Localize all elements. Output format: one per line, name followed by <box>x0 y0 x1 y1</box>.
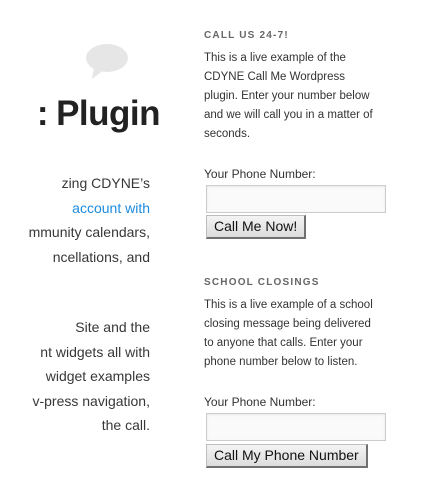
post-paragraph-2: Site and the nt widgets all with widget … <box>0 315 150 438</box>
description-line: This is a live example of the <box>204 52 346 64</box>
paragraph-line: widget examples <box>45 368 150 384</box>
call-me-widget: CALL US 24-7! This is a live example of … <box>204 29 404 239</box>
school-closings-widget: SCHOOL CLOSINGS This is a live example o… <box>204 276 404 468</box>
post-title-text: Plugin <box>56 94 160 133</box>
account-link[interactable]: account with <box>0 196 150 221</box>
description-line: to anyone that calls. Enter your <box>204 337 363 349</box>
widget-description: This is a live example of a school closi… <box>204 296 404 372</box>
description-line: seconds. <box>204 128 251 140</box>
call-me-now-button[interactable]: Call Me Now! <box>206 215 307 239</box>
post-title-fragment: : <box>36 94 49 133</box>
speech-bubble-icon[interactable] <box>84 43 130 81</box>
phone-number-label: Your Phone Number: <box>204 167 316 181</box>
paragraph-line: the call. <box>101 417 150 433</box>
post-title: : Plugin <box>0 90 160 138</box>
description-line: and we will call you in a matter of <box>204 109 373 121</box>
widget-title: SCHOOL CLOSINGS <box>204 277 320 288</box>
widget-title: CALL US 24-7! <box>204 30 289 41</box>
phone-number-label: Your Phone Number: <box>204 395 316 409</box>
phone-number-input[interactable] <box>206 185 386 213</box>
description-line: This is a live example of a school <box>204 299 373 311</box>
post-paragraph-1: zing CDYNE’s account with mmunity calend… <box>0 171 150 269</box>
description-line: phone number below to listen. <box>204 356 358 368</box>
description-line: CDYNE Call Me Wordpress <box>204 71 346 83</box>
paragraph-line: mmunity calendars, <box>28 224 150 240</box>
paragraph-line: nt widgets all with <box>40 343 150 360</box>
paragraph-line: Site and the <box>75 319 150 335</box>
widget-description: This is a live example of the CDYNE Call… <box>204 49 404 144</box>
description-line: closing message being delivered <box>204 318 371 330</box>
phone-number-input[interactable] <box>206 413 386 441</box>
paragraph-line: zing CDYNE’s <box>61 175 150 191</box>
description-line: plugin. Enter your number below <box>204 90 370 102</box>
call-my-phone-number-button[interactable]: Call My Phone Number <box>206 444 368 468</box>
paragraph-line: v-press navigation, <box>32 392 150 409</box>
paragraph-line: ncellations, and <box>52 248 150 265</box>
